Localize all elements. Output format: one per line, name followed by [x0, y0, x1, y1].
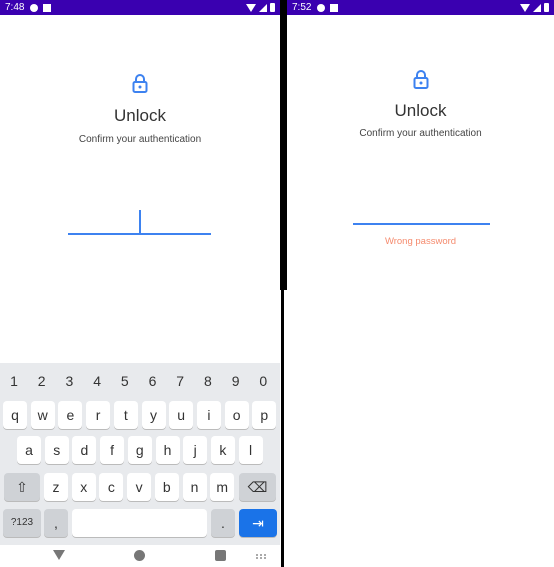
- shift-key[interactable]: ⇧: [4, 473, 40, 501]
- key-j[interactable]: j: [183, 436, 208, 464]
- key-4[interactable]: 4: [84, 373, 110, 389]
- status-bar: 7:48: [0, 0, 280, 15]
- key-k[interactable]: k: [210, 436, 235, 464]
- key-e[interactable]: e: [58, 401, 83, 429]
- key-2[interactable]: 2: [29, 373, 55, 389]
- screen-divider: [281, 290, 284, 567]
- recents-icon[interactable]: [215, 550, 226, 561]
- key-u[interactable]: u: [169, 401, 194, 429]
- status-time: 7:52: [292, 2, 312, 13]
- key-p[interactable]: p: [252, 401, 277, 429]
- key-l[interactable]: l: [238, 436, 263, 464]
- page-title: Unlock: [394, 101, 447, 120]
- key-7[interactable]: 7: [167, 373, 193, 389]
- page-title: Unlock: [114, 106, 166, 125]
- page-subtitle: Confirm your authentication: [78, 134, 202, 145]
- key-3[interactable]: 3: [56, 373, 82, 389]
- key-o[interactable]: o: [224, 401, 249, 429]
- key-d[interactable]: d: [72, 436, 97, 464]
- page-subtitle: Confirm your authentication: [359, 128, 482, 139]
- key-m[interactable]: m: [210, 473, 235, 501]
- key-g[interactable]: g: [127, 436, 152, 464]
- key-w[interactable]: w: [30, 401, 55, 429]
- key-h[interactable]: h: [155, 436, 180, 464]
- back-icon[interactable]: [53, 550, 65, 560]
- password-input[interactable]: [353, 200, 490, 225]
- enter-key[interactable]: ⇥: [239, 509, 277, 537]
- key-i[interactable]: i: [196, 401, 221, 429]
- key-r[interactable]: r: [86, 401, 111, 429]
- key-f[interactable]: f: [100, 436, 125, 464]
- lock-icon: [413, 70, 428, 89]
- key-5[interactable]: 5: [112, 373, 138, 389]
- text-cursor: [139, 210, 141, 233]
- signal-icon: [259, 3, 267, 12]
- notification-icon: [30, 3, 39, 12]
- key-1[interactable]: 1: [1, 373, 27, 389]
- key-t[interactable]: t: [113, 401, 138, 429]
- battery-icon: [270, 3, 275, 12]
- period-key[interactable]: .: [211, 509, 235, 537]
- symbols-key[interactable]: ?123: [3, 509, 41, 537]
- key-a[interactable]: a: [17, 436, 41, 464]
- space-key[interactable]: [72, 509, 207, 537]
- error-message: Wrong password: [384, 236, 457, 247]
- key-x[interactable]: x: [71, 473, 96, 501]
- wifi-icon: [520, 3, 530, 12]
- lock-icon: [132, 74, 148, 93]
- screen-divider: [280, 0, 287, 290]
- navigation-bar: [0, 545, 280, 567]
- status-bar: 7:52: [287, 0, 554, 15]
- key-6[interactable]: 6: [140, 373, 166, 389]
- key-b[interactable]: b: [154, 473, 179, 501]
- backspace-key[interactable]: ⌫: [239, 473, 276, 501]
- key-8[interactable]: 8: [195, 373, 221, 389]
- sd-card-icon: [43, 3, 52, 12]
- battery-icon: [544, 3, 549, 12]
- comma-key[interactable]: ,: [44, 509, 68, 537]
- keyboard-switch-icon[interactable]: [256, 554, 266, 559]
- phone-screen-left: 7:48 Unlock Confirm your authentication …: [0, 0, 280, 567]
- status-time: 7:48: [5, 2, 25, 13]
- signal-icon: [533, 3, 541, 12]
- soft-keyboard: ⇧ ⌫ ?123 , . ⇥ 1234567890 qwertyuiop asdfg…: [0, 363, 280, 545]
- notification-icon: [317, 3, 326, 12]
- home-icon[interactable]: [134, 550, 145, 561]
- key-c[interactable]: c: [99, 473, 124, 501]
- key-s[interactable]: s: [44, 436, 69, 464]
- phone-screen-right: 7:52 Unlock Confirm your authentication …: [287, 0, 554, 290]
- key-0[interactable]: 0: [250, 373, 276, 389]
- key-q[interactable]: q: [3, 401, 27, 429]
- key-9[interactable]: 9: [223, 373, 249, 389]
- key-n[interactable]: n: [182, 473, 207, 501]
- password-underline: [353, 223, 490, 225]
- sd-card-icon: [330, 3, 339, 12]
- key-z[interactable]: z: [44, 473, 68, 501]
- password-underline: [68, 233, 211, 235]
- key-v[interactable]: v: [127, 473, 152, 501]
- key-y[interactable]: y: [141, 401, 166, 429]
- wifi-icon: [246, 3, 256, 12]
